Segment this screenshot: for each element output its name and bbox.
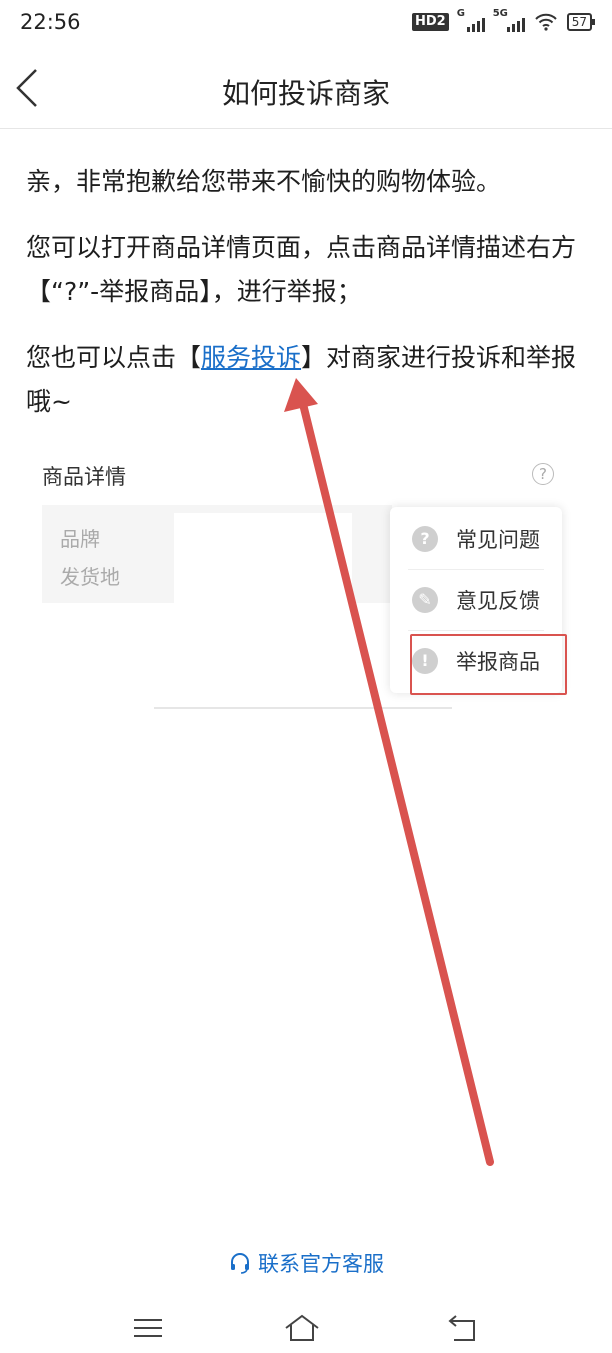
status-time: 22:56 [20, 10, 81, 34]
question-icon: ? [412, 526, 438, 552]
question-mark-icon: ? [532, 463, 554, 485]
service-complaint-link[interactable]: 服务投诉 [201, 343, 301, 372]
menu-icon[interactable] [128, 1308, 168, 1348]
page-title: 如何投诉商家 [221, 77, 390, 110]
spec-brand-label: 品牌 [60, 527, 100, 551]
system-nav-bar [0, 1300, 612, 1353]
nav-bar: 如何投诉商家 [0, 48, 612, 129]
menu-item-label: 常见问题 [456, 528, 540, 552]
home-icon[interactable] [282, 1308, 322, 1348]
apology-text: 亲，非常抱歉给您带来不愉快的购物体验。 [26, 167, 502, 196]
back-icon[interactable] [444, 1308, 484, 1348]
spec-origin-label: 发货地 [60, 565, 120, 589]
help-content: 亲，非常抱歉给您带来不愉快的购物体验。 您可以打开商品详情页面，点击商品详情描述… [26, 160, 586, 446]
status-bar: 22:56 HD2 G 5G 57 [0, 0, 612, 48]
menu-item-label: 意见反馈 [456, 589, 540, 613]
signal-g-icon: G [457, 8, 485, 32]
menu-item-feedback: ✎ 意见反馈 [390, 570, 562, 630]
report-instructions-text: 您可以打开商品详情页面，点击商品详情描述右方【“?”-举报商品】，进行举报； [26, 233, 577, 306]
battery-icon: 57 [566, 13, 596, 31]
headset-icon [231, 1253, 249, 1274]
report-highlight-box [410, 634, 567, 695]
hd-indicator: HD2 [412, 13, 449, 31]
signal-g-label: G [456, 8, 465, 19]
status-icons: HD2 G 5G 57 [412, 8, 596, 32]
product-detail-title: 商品详情 [42, 465, 126, 489]
divider [154, 707, 452, 709]
product-detail-illustration: 商品详情 ? 品牌 发货地 ? 常见问题 ✎ 意见反馈 ! 举报商品 [42, 455, 572, 715]
signal-5g-label: 5G [492, 8, 508, 19]
contact-service-button[interactable]: 联系官方客服 [0, 1248, 612, 1278]
contact-service-label: 联系官方客服 [258, 1252, 384, 1276]
edit-icon: ✎ [412, 587, 438, 613]
menu-item-faq: ? 常见问题 [390, 509, 562, 569]
spec-value-area [174, 513, 352, 603]
complaint-instructions: 您也可以点击【服务投诉】对商家进行投诉和举报哦~ [26, 336, 586, 424]
spec-box: 品牌 发货地 [42, 505, 392, 603]
complaint-text-before: 您也可以点击【 [26, 343, 202, 372]
wifi-icon [535, 13, 557, 31]
signal-5g-icon: 5G [493, 8, 525, 32]
